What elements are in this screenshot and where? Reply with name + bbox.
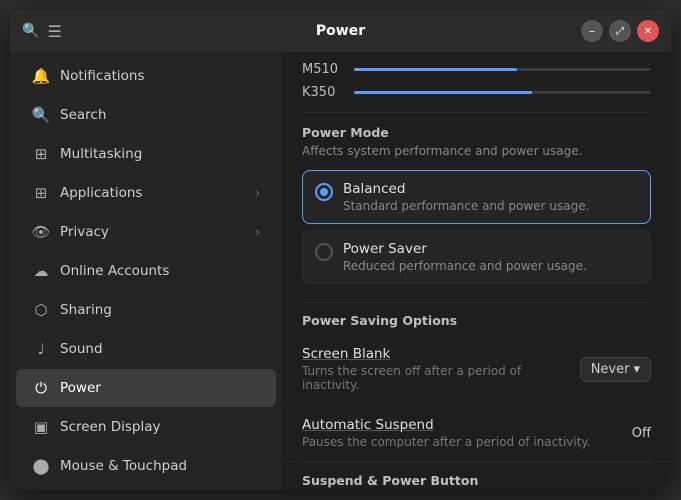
search-icon[interactable]: 🔍 — [22, 23, 39, 39]
sidebar-item-label: Multitasking — [60, 146, 142, 162]
radio-subtitle-balanced: Standard performance and power usage. — [343, 199, 589, 213]
sidebar-item-search[interactable]: 🔍 Search — [16, 96, 276, 134]
radio-circle-balanced — [315, 183, 333, 201]
search-icon: 🔍 — [32, 106, 50, 124]
slider-label: K350 — [302, 85, 342, 100]
radio-text-balanced: Balanced Standard performance and power … — [343, 181, 589, 213]
sidebar-item-notifications[interactable]: 🔔 Notifications — [16, 57, 276, 95]
sidebar-item-sound[interactable]: ♩ Sound — [16, 330, 276, 368]
sidebar-item-power[interactable]: ⏻ Power — [16, 369, 276, 407]
radio-subtitle-power-saver: Reduced performance and power usage. — [343, 259, 587, 273]
notifications-icon: 🔔 — [32, 67, 50, 85]
radio-options: Balanced Standard performance and power … — [302, 170, 651, 284]
slider-label: M510 — [302, 62, 342, 77]
sidebar-item-label: Sound — [60, 341, 103, 357]
sound-icon: ♩ — [32, 340, 50, 358]
restore-button[interactable]: ⤢ — [609, 20, 631, 42]
power-saving-header: Power Saving Options — [282, 303, 671, 334]
slider-fill — [354, 91, 532, 94]
slider-section: M510 K350 — [282, 52, 671, 112]
screen-blank-title: Screen Blank — [302, 346, 580, 362]
content-area: 🔔 Notifications 🔍 Search ⊞ Multitasking … — [10, 52, 671, 490]
power-mode-title: Power Mode — [302, 125, 651, 140]
sidebar-item-label: Online Accounts — [60, 263, 169, 279]
sidebar-item-multitasking[interactable]: ⊞ Multitasking — [16, 135, 276, 173]
power-icon: ⏻ — [32, 379, 50, 397]
sidebar: 🔔 Notifications 🔍 Search ⊞ Multitasking … — [10, 52, 282, 490]
multitasking-icon: ⊞ — [32, 145, 50, 163]
sidebar-item-label: Screen Display — [60, 419, 160, 435]
slider-fill — [354, 68, 517, 71]
titlebar: 🔍 ☰ Power – ⤢ ✕ — [10, 10, 671, 52]
sidebar-item-mouse-touchpad[interactable]: ⬤ Mouse & Touchpad — [16, 447, 276, 485]
sidebar-item-online-accounts[interactable]: ☁ Online Accounts — [16, 252, 276, 290]
radio-option-balanced[interactable]: Balanced Standard performance and power … — [302, 170, 651, 224]
close-button[interactable]: ✕ — [637, 20, 659, 42]
automatic-suspend-desc: Pauses the computer after a period of in… — [302, 435, 632, 449]
sidebar-item-screen-display[interactable]: ▣ Screen Display — [16, 408, 276, 446]
option-row-screen-blank: Screen Blank Turns the screen off after … — [282, 334, 671, 405]
radio-text-power-saver: Power Saver Reduced performance and powe… — [343, 241, 587, 273]
option-row-automatic-suspend: Automatic Suspend Pauses the computer af… — [282, 405, 671, 462]
arrow-icon: › — [255, 225, 260, 239]
online-accounts-icon: ☁ — [32, 262, 50, 280]
screen-blank-text: Screen Blank Turns the screen off after … — [302, 346, 580, 392]
radio-title-power-saver: Power Saver — [343, 241, 587, 257]
automatic-suspend-toggle[interactable]: Off — [632, 426, 651, 441]
power-saving-options: Screen Blank Turns the screen off after … — [282, 334, 671, 462]
applications-icon: ⊞ — [32, 184, 50, 202]
radio-title-balanced: Balanced — [343, 181, 589, 197]
sidebar-item-label: Mouse & Touchpad — [60, 458, 187, 474]
suspend-header: Suspend & Power Button — [282, 463, 671, 490]
sidebar-item-label: Sharing — [60, 302, 112, 318]
radio-option-power-saver[interactable]: Power Saver Reduced performance and powe… — [302, 230, 651, 284]
sidebar-item-label: Search — [60, 107, 106, 123]
wm-buttons: – ⤢ ✕ — [581, 20, 659, 42]
sidebar-item-label: Privacy — [60, 224, 109, 240]
screen-blank-value: Never — [591, 362, 630, 377]
titlebar-left: 🔍 ☰ — [22, 22, 62, 41]
sidebar-item-applications[interactable]: ⊞ Applications › — [16, 174, 276, 212]
privacy-icon: 👁 — [32, 223, 50, 241]
screen-blank-dropdown[interactable]: Never▾ — [580, 357, 651, 382]
main-panel: M510 K350 Power Mode Affects system perf… — [282, 52, 671, 490]
sidebar-item-sharing[interactable]: ⬡ Sharing — [16, 291, 276, 329]
sidebar-item-label: Power — [60, 380, 101, 396]
slider-row-k350: K350 — [302, 85, 651, 100]
slider-track[interactable] — [354, 68, 651, 71]
arrow-icon: › — [255, 186, 260, 200]
slider-row-m510: M510 — [302, 62, 651, 77]
sidebar-item-privacy[interactable]: 👁 Privacy › — [16, 213, 276, 251]
automatic-suspend-text: Automatic Suspend Pauses the computer af… — [302, 417, 632, 449]
chevron-down-icon: ▾ — [633, 362, 640, 377]
minimize-button[interactable]: – — [581, 20, 603, 42]
sidebar-item-label: Notifications — [60, 68, 145, 84]
radio-circle-power-saver — [315, 243, 333, 261]
settings-window: 🔍 ☰ Power – ⤢ ✕ 🔔 Notifications 🔍 Search… — [10, 10, 671, 490]
slider-track[interactable] — [354, 91, 651, 94]
screen-blank-desc: Turns the screen off after a period of i… — [302, 364, 580, 392]
window-title: Power — [316, 23, 365, 39]
automatic-suspend-title: Automatic Suspend — [302, 417, 632, 433]
mouse-touchpad-icon: ⬤ — [32, 457, 50, 475]
menu-icon[interactable]: ☰ — [47, 22, 61, 41]
power-mode-desc: Affects system performance and power usa… — [302, 144, 651, 158]
screen-display-icon: ▣ — [32, 418, 50, 436]
sidebar-item-label: Applications — [60, 185, 142, 201]
sharing-icon: ⬡ — [32, 301, 50, 319]
power-mode-section: Power Mode Affects system performance an… — [282, 113, 671, 302]
